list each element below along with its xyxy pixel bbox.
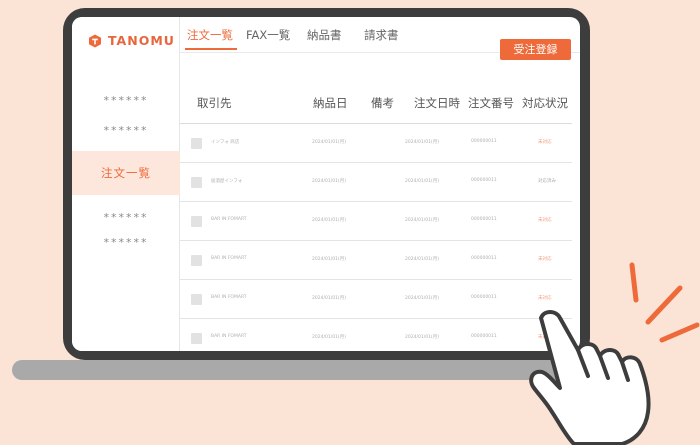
cell-status: 対応済み [538, 179, 556, 184]
cell-delivery-date: 2024/01/01(月) [312, 179, 346, 184]
sidebar-item-2[interactable]: ****** [72, 124, 180, 137]
cell-delivery-date: 2024/01/01(月) [312, 218, 346, 223]
cell-status: 未対応 [538, 140, 552, 145]
cell-customer: BAR IN FOMART [211, 256, 247, 261]
column-note[interactable]: 備考 [371, 95, 394, 111]
cell-order-datetime: 2024/01/01(月) [405, 296, 439, 301]
cell-order-datetime: 2024/01/01(月) [405, 218, 439, 223]
pointing-hand-icon [529, 262, 700, 445]
row-checkbox[interactable] [191, 138, 202, 149]
column-order-datetime[interactable]: 注文日時 [414, 95, 460, 111]
tab-fax-list[interactable]: FAX一覧 [246, 27, 290, 43]
sidebar-item-1[interactable]: ****** [72, 94, 180, 107]
cell-order-number: 000000011 [471, 295, 497, 300]
cell-delivery-date: 2024/01/01(月) [312, 296, 346, 301]
tab-order-list[interactable]: 注文一覧 [187, 27, 233, 43]
table-row[interactable]: BAR IN FOMART 2024/01/01(月) 2024/01/01(月… [180, 280, 572, 319]
sidebar-item-4[interactable]: ****** [72, 211, 180, 224]
cell-order-datetime: 2024/01/01(月) [405, 140, 439, 145]
cell-customer: BAR IN FOMART [211, 217, 247, 222]
cell-customer: BAR IN FOMART [211, 295, 247, 300]
column-customer[interactable]: 取引先 [197, 95, 232, 111]
cell-order-number: 000000011 [471, 334, 497, 339]
tanomu-logo-icon [89, 34, 101, 47]
column-status[interactable]: 対応状況 [522, 95, 568, 111]
cell-order-number: 000000011 [471, 217, 497, 222]
tab-invoice[interactable]: 請求書 [364, 27, 399, 43]
table-header: 取引先 納品日 備考 注文日時 注文番号 対応状況 [180, 95, 580, 115]
order-register-button[interactable]: 受注登録 [500, 39, 571, 60]
cell-order-datetime: 2024/01/01(月) [405, 179, 439, 184]
table-row[interactable]: インフォ 商店 2024/01/01(月) 2024/01/01(月) 0000… [180, 124, 572, 163]
cell-order-number: 000000011 [471, 178, 497, 183]
cell-customer: 居酒屋インフォ [211, 179, 243, 184]
cell-order-number: 000000011 [471, 139, 497, 144]
sidebar: TANOMU ****** ****** 注文一覧 ****** ****** [72, 17, 180, 351]
cell-customer: BAR IN FOMART [211, 334, 247, 339]
cell-status: 未対応 [538, 218, 552, 223]
cell-customer: インフォ 商店 [211, 140, 240, 145]
column-delivery-date[interactable]: 納品日 [313, 95, 348, 111]
row-checkbox[interactable] [191, 255, 202, 266]
cell-order-datetime: 2024/01/01(月) [405, 257, 439, 262]
cell-delivery-date: 2024/01/01(月) [312, 335, 346, 340]
cell-order-number: 000000011 [471, 256, 497, 261]
row-checkbox[interactable] [191, 177, 202, 188]
row-checkbox[interactable] [191, 216, 202, 227]
column-order-number[interactable]: 注文番号 [468, 95, 514, 111]
row-checkbox[interactable] [191, 333, 202, 344]
table-row[interactable]: 居酒屋インフォ 2024/01/01(月) 2024/01/01(月) 0000… [180, 163, 572, 202]
row-checkbox[interactable] [191, 294, 202, 305]
sidebar-item-order-list[interactable]: 注文一覧 [72, 151, 180, 195]
sidebar-item-5[interactable]: ****** [72, 236, 180, 249]
cell-delivery-date: 2024/01/01(月) [312, 257, 346, 262]
tab-delivery-note[interactable]: 納品書 [307, 27, 342, 43]
table-row[interactable]: BAR IN FOMART 2024/01/01(月) 2024/01/01(月… [180, 319, 572, 351]
logo-text: TANOMU [108, 33, 175, 48]
active-tab-indicator [185, 48, 237, 50]
logo[interactable]: TANOMU [88, 33, 175, 48]
cell-order-datetime: 2024/01/01(月) [405, 335, 439, 340]
table-row[interactable]: BAR IN FOMART 2024/01/01(月) 2024/01/01(月… [180, 202, 572, 241]
cell-delivery-date: 2024/01/01(月) [312, 140, 346, 145]
table-row[interactable]: BAR IN FOMART 2024/01/01(月) 2024/01/01(月… [180, 241, 572, 280]
app-screen: TANOMU ****** ****** 注文一覧 ****** ****** … [72, 17, 580, 351]
